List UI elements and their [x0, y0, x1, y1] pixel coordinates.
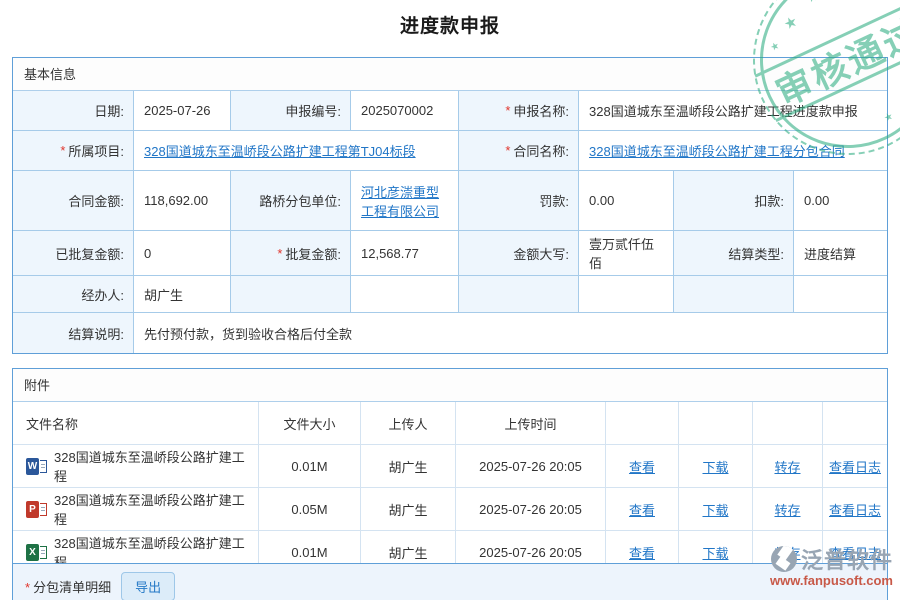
attachment-row: W 328国道城东至温峤段公路扩建工程 0.01M 胡广生 2025-07-26… — [13, 445, 887, 488]
transfer-link[interactable]: 转存 — [774, 457, 800, 476]
project-link[interactable]: 328国道城东至温峤段公路扩建工程第TJ04标段 — [144, 141, 416, 160]
declaration-no-value: 2025070002 — [351, 91, 459, 131]
settle-type-value: 进度结算 — [794, 231, 887, 276]
required-asterisk: * — [25, 580, 30, 595]
subcontract-unit-link[interactable]: 河北彦漴重型工程有限公司 — [361, 182, 450, 220]
penalty-value: 0.00 — [579, 171, 674, 231]
date-value: 2025-07-26 — [134, 91, 231, 131]
fanpu-logo-icon — [771, 546, 797, 572]
page-title: 进度款申报 — [0, 0, 900, 38]
action-header-empty — [753, 402, 823, 445]
empty-value-cell — [351, 276, 459, 313]
declaration-name-value: 328国道城东至温峤段公路扩建工程进度款申报 — [579, 91, 887, 131]
empty-value-cell — [579, 276, 674, 313]
required-asterisk: * — [277, 246, 282, 261]
basic-info-row-4: 已批复金额: 0 *批复金额: 12,568.77 金额大写: 壹万贰仟伍佰 结… — [13, 231, 887, 276]
transfer-link[interactable]: 转存 — [774, 500, 800, 519]
file-name-cell: W 328国道城东至温峤段公路扩建工程 — [13, 445, 259, 488]
attachments-header-row: 文件名称 文件大小 上传人 上传时间 — [13, 402, 887, 445]
subcontract-unit-label: 路桥分包单位: — [231, 171, 351, 231]
project-label: *所属项目: — [13, 131, 134, 171]
empty-value-cell — [794, 276, 887, 313]
file-size: 0.05M — [259, 488, 361, 531]
empty-label-cell — [674, 276, 794, 313]
deduction-label: 扣款: — [674, 171, 794, 231]
required-asterisk: * — [505, 143, 510, 158]
basic-info-panel: 基本信息 日期: 2025-07-26 申报编号: 2025070002 *申报… — [12, 57, 888, 354]
empty-label-cell — [231, 276, 351, 313]
view-link[interactable]: 查看 — [629, 457, 655, 476]
brand-footer: 泛普软件 www.fanpusoft.com — [770, 543, 893, 588]
file-size: 0.01M — [259, 445, 361, 488]
amount-caps-label: 金额大写: — [459, 231, 579, 276]
file-name: 328国道城东至温峤段公路扩建工程 — [54, 490, 254, 528]
subcontract-detail-label: *分包清单明细 — [25, 577, 111, 596]
action-header-empty — [679, 402, 753, 445]
contract-name-link[interactable]: 328国道城东至温峤段公路扩建工程分包合同 — [589, 141, 845, 160]
approved-done-label: 已批复金额: — [13, 231, 134, 276]
brand-name: 泛普软件 — [801, 543, 893, 575]
contract-name-value: 328国道城东至温峤段公路扩建工程分包合同 — [579, 131, 887, 171]
upload-time-header: 上传时间 — [456, 402, 606, 445]
download-link[interactable]: 下载 — [702, 543, 728, 562]
date-label: 日期: — [13, 91, 134, 131]
basic-info-row-1: 日期: 2025-07-26 申报编号: 2025070002 *申报名称: 3… — [13, 91, 887, 131]
subcontract-detail-panel: *分包清单明细 导出 — [12, 563, 888, 600]
action-header-empty — [606, 402, 679, 445]
empty-label-cell — [459, 276, 579, 313]
file-name: 328国道城东至温峤段公路扩建工程 — [54, 447, 254, 485]
attachment-row: P 328国道城东至温峤段公路扩建工程 0.05M 胡广生 2025-07-26… — [13, 488, 887, 531]
attachments-section-title: 附件 — [13, 369, 887, 402]
subcontract-unit-value: 河北彦漴重型工程有限公司 — [351, 171, 459, 231]
basic-info-row-5: 经办人: 胡广生 — [13, 276, 887, 313]
view-log-link[interactable]: 查看日志 — [829, 500, 881, 519]
uploader: 胡广生 — [361, 445, 456, 488]
project-value: 328国道城东至温峤段公路扩建工程第TJ04标段 — [134, 131, 459, 171]
basic-info-row-6: 结算说明: 先付预付款，货到验收合格后付全款 — [13, 313, 887, 353]
contract-name-label: *合同名称: — [459, 131, 579, 171]
file-name-header: 文件名称 — [13, 402, 259, 445]
settle-note-label: 结算说明: — [13, 313, 134, 353]
operator-label: 经办人: — [13, 276, 134, 313]
operator-value: 胡广生 — [134, 276, 231, 313]
upload-time: 2025-07-26 20:05 — [456, 488, 606, 531]
file-name-cell: P 328国道城东至温峤段公路扩建工程 — [13, 488, 259, 531]
word-file-icon: W — [26, 458, 47, 475]
uploader-header: 上传人 — [361, 402, 456, 445]
required-asterisk: * — [505, 103, 510, 118]
penalty-label: 罚款: — [459, 171, 579, 231]
deduction-value: 0.00 — [794, 171, 887, 231]
approved-amount-label: *批复金额: — [231, 231, 351, 276]
required-asterisk: * — [60, 143, 65, 158]
star-icon: ★ — [769, 41, 781, 54]
download-link[interactable]: 下载 — [702, 500, 728, 519]
basic-info-section-title: 基本信息 — [13, 58, 887, 91]
brand-url: www.fanpusoft.com — [770, 573, 893, 588]
contract-amount-value: 118,692.00 — [134, 171, 231, 231]
approved-amount-value: 12,568.77 — [351, 231, 459, 276]
settle-note-value: 先付预付款，货到验收合格后付全款 — [134, 313, 887, 353]
file-size-header: 文件大小 — [259, 402, 361, 445]
amount-caps-value: 壹万贰仟伍佰 — [579, 231, 674, 276]
approved-done-value: 0 — [134, 231, 231, 276]
ppt-file-icon: P — [26, 501, 47, 518]
view-link[interactable]: 查看 — [629, 543, 655, 562]
download-link[interactable]: 下载 — [702, 457, 728, 476]
uploader: 胡广生 — [361, 488, 456, 531]
declaration-no-label: 申报编号: — [231, 91, 351, 131]
basic-info-row-3: 合同金额: 118,692.00 路桥分包单位: 河北彦漴重型工程有限公司 罚款… — [13, 171, 887, 231]
action-header-empty — [823, 402, 887, 445]
attachments-panel: 附件 文件名称 文件大小 上传人 上传时间 W 328国道城东至温峤段公路扩建工… — [12, 368, 888, 574]
contract-amount-label: 合同金额: — [13, 171, 134, 231]
declaration-name-label: *申报名称: — [459, 91, 579, 131]
view-log-link[interactable]: 查看日志 — [829, 457, 881, 476]
view-link[interactable]: 查看 — [629, 500, 655, 519]
basic-info-row-2: *所属项目: 328国道城东至温峤段公路扩建工程第TJ04标段 *合同名称: 3… — [13, 131, 887, 171]
export-button[interactable]: 导出 — [121, 572, 175, 600]
settle-type-label: 结算类型: — [674, 231, 794, 276]
upload-time: 2025-07-26 20:05 — [456, 445, 606, 488]
excel-file-icon: X — [26, 544, 47, 561]
